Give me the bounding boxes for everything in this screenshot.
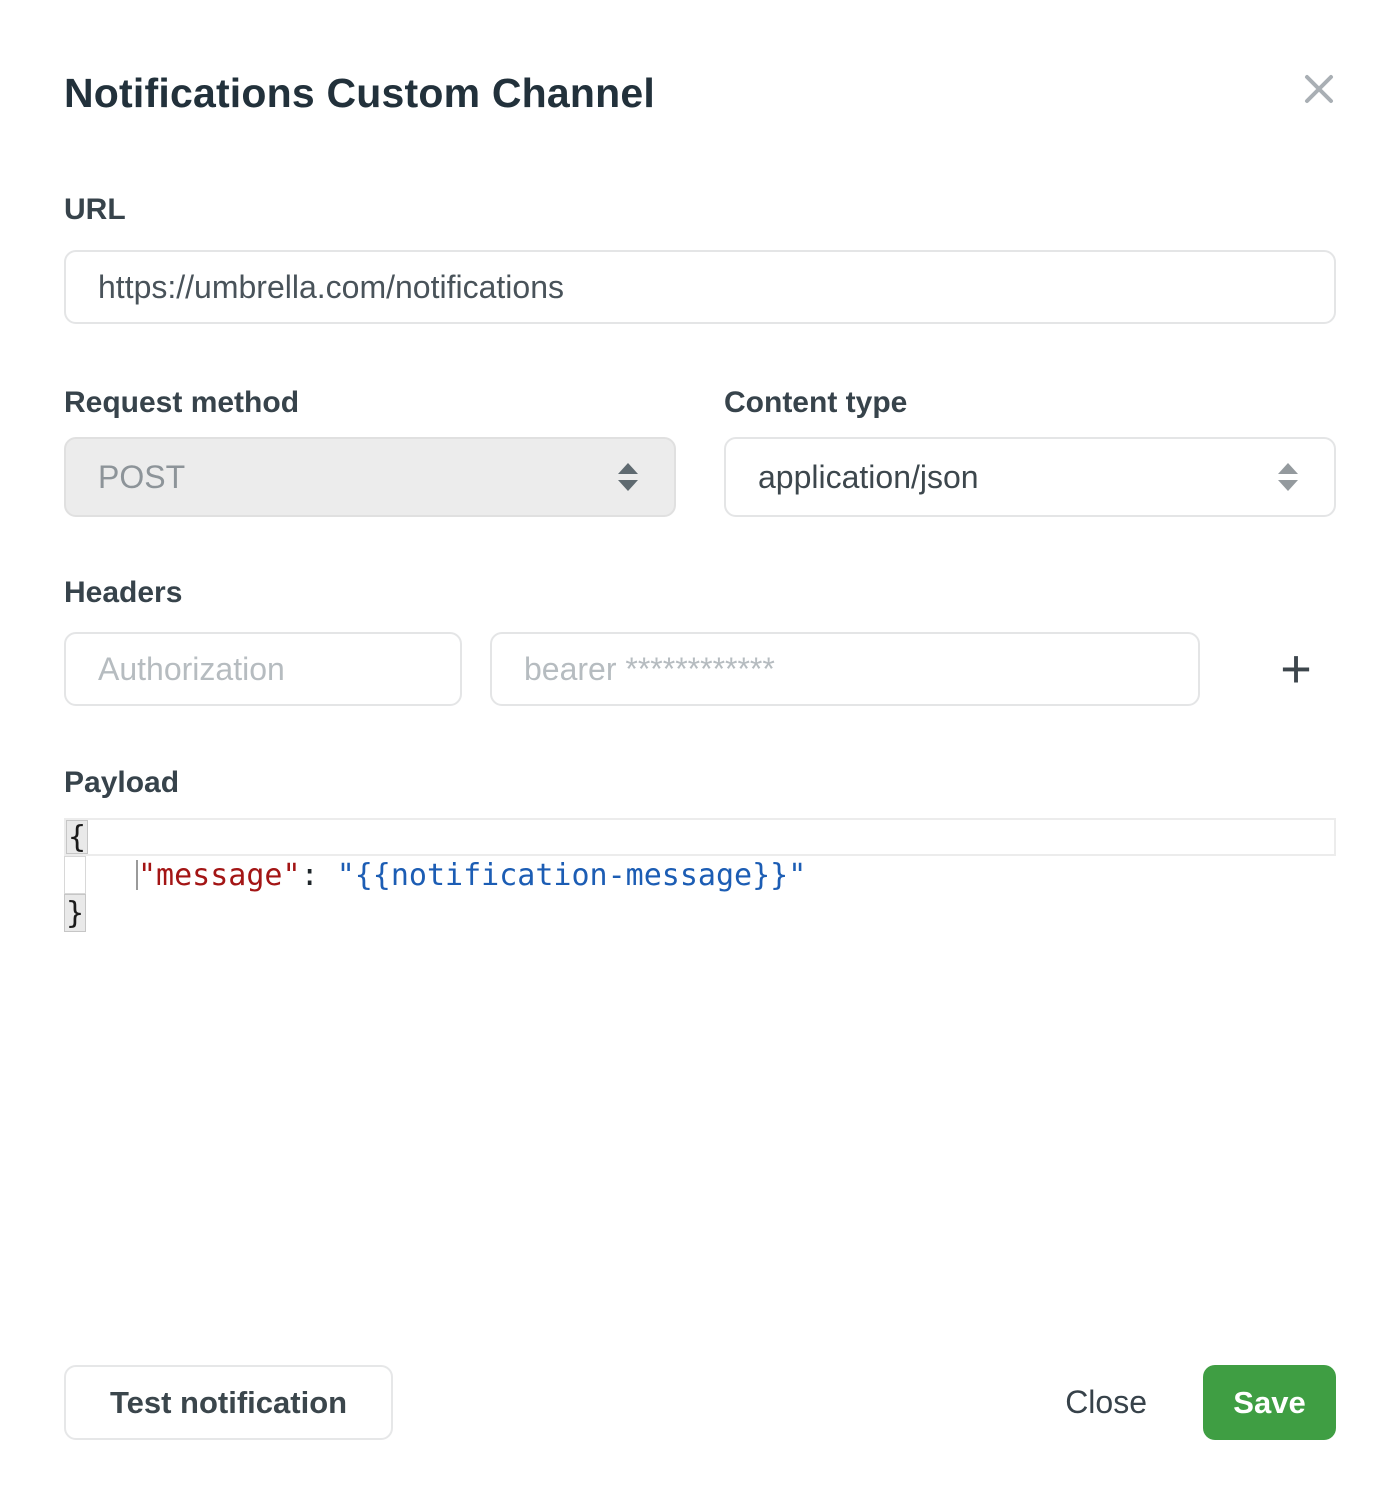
close-button[interactable]: Close — [1065, 1384, 1147, 1421]
payload-line-1: { — [64, 818, 1336, 856]
request-method-field: Request method POST — [64, 388, 676, 517]
close-icon — [1302, 72, 1336, 106]
close-dialog-button[interactable] — [1296, 66, 1342, 112]
header-row: + — [64, 632, 1336, 706]
payload-colon: : — [301, 858, 337, 893]
payload-line-2: "message": "{{notification-message}}" — [64, 856, 1336, 894]
page-title: Notifications Custom Channel — [64, 68, 1336, 118]
select-arrows-icon — [618, 463, 638, 491]
content-type-label: Content type — [724, 388, 1336, 418]
indent — [86, 856, 136, 894]
dialog-footer: Test notification Close Save — [64, 1365, 1336, 1440]
url-field: URL — [64, 195, 1336, 324]
url-label: URL — [64, 195, 1336, 225]
plus-icon: + — [1280, 643, 1312, 695]
content-type-value: application/json — [758, 459, 979, 496]
add-header-button[interactable]: + — [1270, 643, 1322, 695]
payload-line-3: } — [64, 894, 1336, 932]
method-contenttype-row: Request method POST Content type applica… — [64, 388, 1336, 517]
header-name-input[interactable] — [64, 632, 462, 706]
header-value-input[interactable] — [490, 632, 1200, 706]
payload-label: Payload — [64, 768, 1336, 798]
select-arrows-icon — [1278, 463, 1298, 491]
notifications-custom-channel-dialog: Notifications Custom Channel URL Request… — [0, 0, 1400, 1508]
content-type-field: Content type application/json — [724, 388, 1336, 517]
open-brace: { — [66, 820, 88, 854]
request-method-select[interactable]: POST — [64, 437, 676, 517]
request-method-label: Request method — [64, 388, 676, 418]
save-button[interactable]: Save — [1203, 1365, 1336, 1440]
request-method-value: POST — [98, 459, 185, 496]
headers-label: Headers — [64, 578, 1336, 608]
payload-value: "{{notification-message}}" — [337, 858, 807, 893]
payload-section: Payload { "message": "{{notification-mes… — [64, 768, 1336, 932]
close-brace: } — [64, 894, 86, 932]
url-input[interactable] — [64, 250, 1336, 324]
gutter-box — [64, 856, 86, 894]
test-notification-button[interactable]: Test notification — [64, 1365, 393, 1440]
dialog-header: Notifications Custom Channel — [64, 0, 1336, 118]
payload-editor[interactable]: { "message": "{{notification-message}}" … — [64, 818, 1336, 932]
headers-section: Headers + — [64, 578, 1336, 706]
payload-key: "message" — [138, 858, 301, 893]
content-type-select[interactable]: application/json — [724, 437, 1336, 517]
